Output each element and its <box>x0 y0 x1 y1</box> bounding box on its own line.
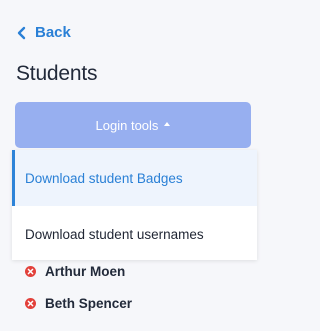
chevron-left-icon <box>17 26 26 39</box>
menu-item-download-badges[interactable]: Download student Badges <box>12 150 257 206</box>
menu-item-label: Download student Badges <box>25 170 183 186</box>
login-tools-button[interactable]: Login tools <box>15 102 251 148</box>
students-panel: Back Students Login tools Download stude… <box>0 0 257 331</box>
student-name: Arthur Moen <box>45 264 126 279</box>
student-row[interactable]: Arthur Moen <box>25 264 125 279</box>
back-label: Back <box>35 24 71 41</box>
login-tools-label: Login tools <box>95 117 159 133</box>
remove-icon[interactable] <box>25 298 36 309</box>
menu-item-label: Download student usernames <box>25 226 204 242</box>
login-tools-menu: Download student Badges Download student… <box>12 150 257 260</box>
back-link[interactable]: Back <box>15 24 71 41</box>
caret-up-icon <box>164 122 171 126</box>
page-title: Students <box>16 62 98 85</box>
remove-icon[interactable] <box>25 266 36 277</box>
menu-item-download-usernames[interactable]: Download student usernames <box>12 208 257 260</box>
student-name: Beth Spencer <box>45 296 133 311</box>
student-row[interactable]: Beth Spencer <box>25 296 132 311</box>
